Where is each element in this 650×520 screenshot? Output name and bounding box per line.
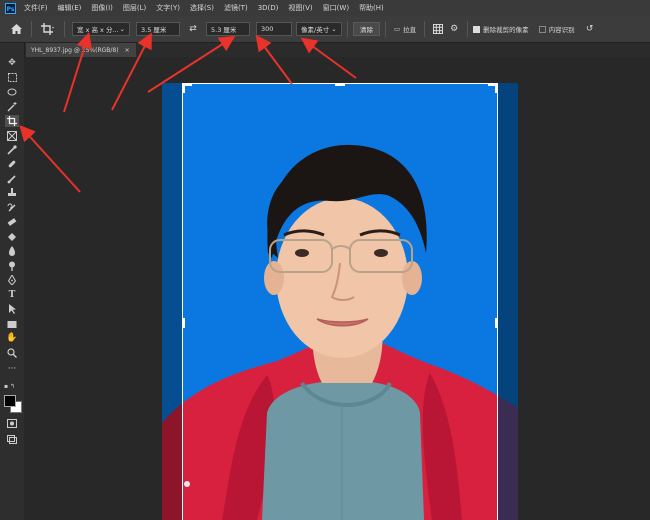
menu-bar: Ps 文件(F) 编辑(E) 图像(I) 图层(L) 文字(Y) 选择(S) 滤… <box>0 0 650 16</box>
healing-icon[interactable] <box>5 158 19 170</box>
menu-image[interactable]: 图像(I) <box>91 3 113 13</box>
foreground-color-swatch[interactable] <box>4 395 16 407</box>
chevron-down-icon: ⌄ <box>119 25 125 33</box>
resolution-input[interactable]: 300 <box>256 22 292 36</box>
path-select-icon[interactable] <box>5 303 19 315</box>
checkbox-unchecked-icon <box>538 25 546 33</box>
swap-colors-icon[interactable]: ▪ ↰ <box>4 383 20 390</box>
crop-icon[interactable] <box>5 115 19 127</box>
home-icon[interactable] <box>6 24 26 34</box>
chevron-down-icon: ⌄ <box>331 25 337 33</box>
document-tab[interactable]: YHL_8937.jpg @ 25%(RGB/8) × <box>26 43 136 57</box>
checkbox-checked-icon <box>473 25 481 33</box>
more-icon[interactable]: ··· <box>5 363 19 375</box>
crop-handle-top-left[interactable] <box>182 83 185 93</box>
tools-panel: ✥ T ✋ ··· ▪ ↰ <box>0 43 25 520</box>
menu-layer[interactable]: 图层(L) <box>123 3 146 13</box>
separator <box>467 21 469 37</box>
dodge-icon[interactable] <box>5 260 19 272</box>
frame-icon[interactable] <box>5 130 19 142</box>
paint-bucket-icon[interactable] <box>5 231 19 243</box>
crop-height-input[interactable]: 5.3 厘米 <box>206 22 250 36</box>
lasso-icon[interactable] <box>5 86 19 98</box>
separator <box>31 21 32 37</box>
zoom-icon[interactable] <box>5 347 19 359</box>
blur-icon[interactable] <box>5 245 19 257</box>
delete-cropped-label: 删除裁剪的像素 <box>483 26 529 34</box>
straighten-button[interactable]: ▭ 拉直 <box>394 24 416 34</box>
overlay-grid-icon[interactable] <box>430 24 446 34</box>
menu-filter[interactable]: 滤镜(T) <box>224 3 248 13</box>
crop-shield-left <box>162 83 182 520</box>
document-tab-bar: YHL_8937.jpg @ 25%(RGB/8) × <box>24 43 650 57</box>
crop-handle-left[interactable] <box>182 318 185 328</box>
content-aware-label: 内容识别 <box>548 26 575 34</box>
portrait-photo <box>162 83 518 520</box>
crop-border-left <box>182 83 183 520</box>
type-icon[interactable]: T <box>5 289 19 301</box>
document-tab-title: YHL_8937.jpg @ 25%(RGB/8) <box>31 46 119 54</box>
close-icon[interactable]: × <box>125 47 130 54</box>
crop-handle-top-right[interactable] <box>495 83 498 93</box>
crop-border-right <box>497 83 498 520</box>
crop-ratio-value: 宽 x 高 x 分... <box>77 26 118 34</box>
magic-wand-icon[interactable] <box>5 101 19 113</box>
separator <box>64 21 65 37</box>
gear-icon[interactable]: ⚙ <box>446 24 462 34</box>
separator <box>385 21 386 37</box>
menu-type[interactable]: 文字(Y) <box>156 3 180 13</box>
hand-icon[interactable]: ✋ <box>5 332 19 344</box>
crop-shield-right <box>498 83 518 520</box>
separator <box>424 21 426 37</box>
menu-select[interactable]: 选择(S) <box>190 3 214 13</box>
crop-tool-preset-icon[interactable] <box>37 23 59 35</box>
clear-button[interactable]: 清除 <box>353 22 380 36</box>
brush-icon[interactable] <box>5 173 19 185</box>
marquee-icon[interactable] <box>5 71 19 83</box>
straighten-icon: ▭ <box>394 25 401 33</box>
resolution-unit-value: 像素/英寸 <box>301 26 330 34</box>
stamp-icon[interactable] <box>5 187 19 199</box>
eraser-icon[interactable] <box>5 216 19 228</box>
content-aware-checkbox[interactable]: 内容识别 <box>538 24 575 34</box>
straighten-label: 拉直 <box>403 26 417 34</box>
menu-help[interactable]: 帮助(H) <box>359 3 384 13</box>
reset-icon[interactable]: ↺ <box>583 24 597 34</box>
menu-3d[interactable]: 3D(D) <box>258 4 279 12</box>
resolution-unit-select[interactable]: 像素/英寸 ⌄ <box>296 22 342 36</box>
swap-dimensions-icon[interactable]: ⇄ <box>186 24 200 34</box>
menu-edit[interactable]: 编辑(E) <box>58 3 82 13</box>
quick-mask-icon[interactable] <box>5 417 19 429</box>
screen-mode-icon[interactable] <box>5 433 19 445</box>
crop-handle-top[interactable] <box>335 83 345 86</box>
menu-view[interactable]: 视图(V) <box>288 3 312 13</box>
move-icon[interactable]: ✥ <box>5 57 19 69</box>
crop-ratio-select[interactable]: 宽 x 高 x 分... ⌄ <box>72 22 130 36</box>
document-image[interactable] <box>162 83 518 520</box>
menu-window[interactable]: 窗口(W) <box>323 3 349 13</box>
rectangle-icon[interactable] <box>5 318 19 330</box>
delete-cropped-checkbox[interactable]: 删除裁剪的像素 <box>473 24 529 34</box>
eyedropper-icon[interactable] <box>5 144 19 156</box>
menu-file[interactable]: 文件(F) <box>24 3 48 13</box>
options-bar: 宽 x 高 x 分... ⌄ 3.5 厘米 ⇄ 5.3 厘米 300 像素/英寸… <box>0 16 650 43</box>
crop-handle-right[interactable] <box>495 318 498 328</box>
photoshop-logo: Ps <box>5 2 16 14</box>
separator <box>347 21 348 37</box>
crop-width-input[interactable]: 3.5 厘米 <box>136 22 180 36</box>
pen-icon[interactable] <box>5 274 19 286</box>
history-brush-icon[interactable] <box>5 202 19 214</box>
